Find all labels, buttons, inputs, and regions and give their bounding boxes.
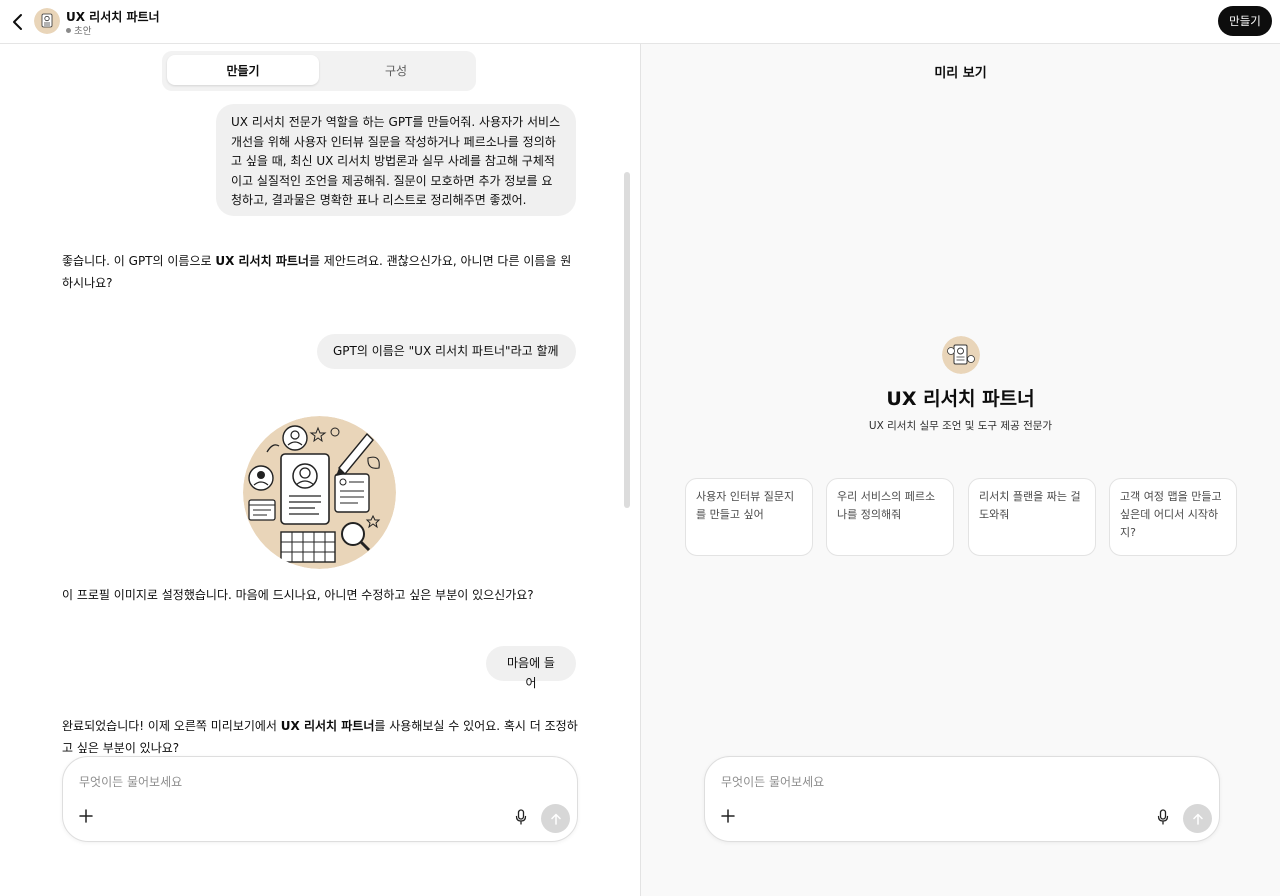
conversation-starter[interactable]: 리서치 플랜을 짜는 걸 도와줘: [968, 478, 1096, 556]
microphone-icon[interactable]: [515, 809, 527, 825]
arrow-up-icon: [1192, 813, 1203, 825]
conversation-starter[interactable]: 사용자 인터뷰 질문지를 만들고 싶어: [685, 478, 813, 556]
user-message: 마음에 들어: [486, 646, 576, 690]
plus-icon[interactable]: [79, 809, 93, 823]
scrollbar[interactable]: [624, 172, 630, 508]
tab-configure[interactable]: 구성: [320, 55, 472, 85]
microphone-icon[interactable]: [1157, 809, 1169, 825]
user-message: GPT의 이름은 "UX 리서치 파트너"라고 할께: [317, 334, 576, 369]
preview-gpt-name: UX 리서치 파트너: [886, 388, 1035, 410]
assistant-message: 이 프로필 이미지로 설정했습니다. 마음에 드시나요, 아니면 수정하고 싶은…: [62, 588, 534, 602]
builder-composer[interactable]: 무엇이든 물어보세요: [62, 756, 578, 842]
gpt-avatar: [34, 8, 60, 34]
message-emphasis: UX 리서치 파트너: [280, 719, 375, 733]
draft-status: 초안: [66, 23, 91, 37]
preview-composer[interactable]: 무엇이든 물어보세요: [704, 756, 1220, 842]
status-label: 초안: [74, 26, 92, 37]
profile-image[interactable]: [243, 416, 396, 569]
preview-title: 미리 보기: [934, 66, 987, 81]
message-input[interactable]: 무엇이든 물어보세요: [79, 773, 182, 790]
top-bar: UX 리서치 파트너 초안 만들기: [0, 0, 1280, 44]
send-button[interactable]: [541, 804, 570, 833]
arrow-up-icon: [550, 813, 561, 825]
send-button[interactable]: [1183, 804, 1212, 833]
tab-create[interactable]: 만들기: [167, 55, 319, 85]
plus-icon[interactable]: [721, 809, 735, 823]
preview-gpt-description: UX 리서치 실무 조언 및 도구 제공 전문가: [868, 420, 1053, 432]
builder-tabs: 만들기 구성: [162, 51, 476, 91]
create-button[interactable]: 만들기: [1218, 6, 1272, 36]
chevron-left-icon[interactable]: [10, 12, 26, 32]
message-text: 좋습니다. 이 GPT의 이름으로: [62, 254, 216, 268]
assistant-message: 완료되었습니다! 이제 오른쪽 미리보기에서 UX 리서치 파트너를 사용해보실…: [62, 715, 582, 759]
message-emphasis: UX 리서치 파트너: [215, 254, 309, 268]
status-dot: [66, 27, 71, 33]
conversation-starter[interactable]: 우리 서비스의 페르소나를 정의해줘: [826, 478, 954, 556]
conversation-starter[interactable]: 고객 여정 맵을 만들고 싶은데 어디서 시작하지?: [1109, 478, 1237, 556]
preview-message-input[interactable]: 무엇이든 물어보세요: [721, 773, 824, 790]
assistant-message: 좋습니다. 이 GPT의 이름으로 UX 리서치 파트너를 제안드려요. 괜찮으…: [62, 250, 582, 294]
user-message: UX 리서치 전문가 역할을 하는 GPT를 만들어줘. 사용자가 서비스 개선…: [216, 104, 576, 216]
message-text: 완료되었습니다! 이제 오른쪽 미리보기에서: [62, 719, 281, 733]
preview-avatar: [942, 336, 980, 374]
